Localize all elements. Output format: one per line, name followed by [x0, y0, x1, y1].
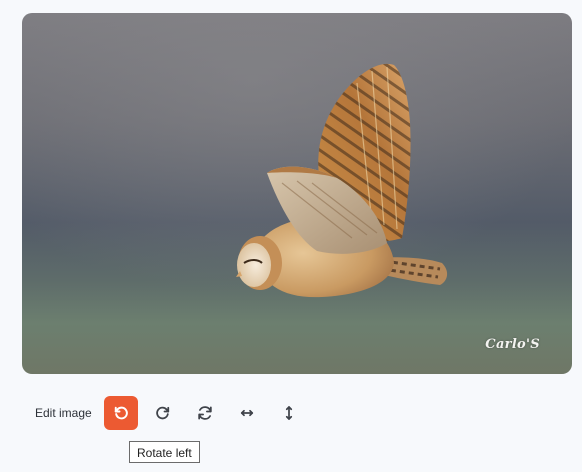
arrows-vertical-icon	[285, 406, 292, 420]
flip-horizontal-button[interactable]	[230, 396, 264, 430]
flip-vertical-button[interactable]	[272, 396, 306, 430]
rotate-left-icon	[114, 406, 128, 420]
edit-image-toolbar: Edit image	[35, 396, 314, 430]
rotate-left-button[interactable]	[103, 396, 138, 430]
owl-photo: Carlo'S	[22, 13, 572, 374]
owl-photo-illustration	[22, 13, 572, 374]
edit-image-label: Edit image	[35, 406, 92, 420]
arrows-horizontal-icon	[240, 409, 253, 417]
refresh-icon	[197, 406, 212, 420]
rotate-left-tooltip: Rotate left	[129, 441, 200, 463]
rotate-right-button[interactable]	[146, 396, 180, 430]
rotate-right-icon	[155, 406, 169, 420]
photo-watermark: Carlo'S	[485, 337, 540, 352]
reset-rotation-button[interactable]	[188, 396, 222, 430]
